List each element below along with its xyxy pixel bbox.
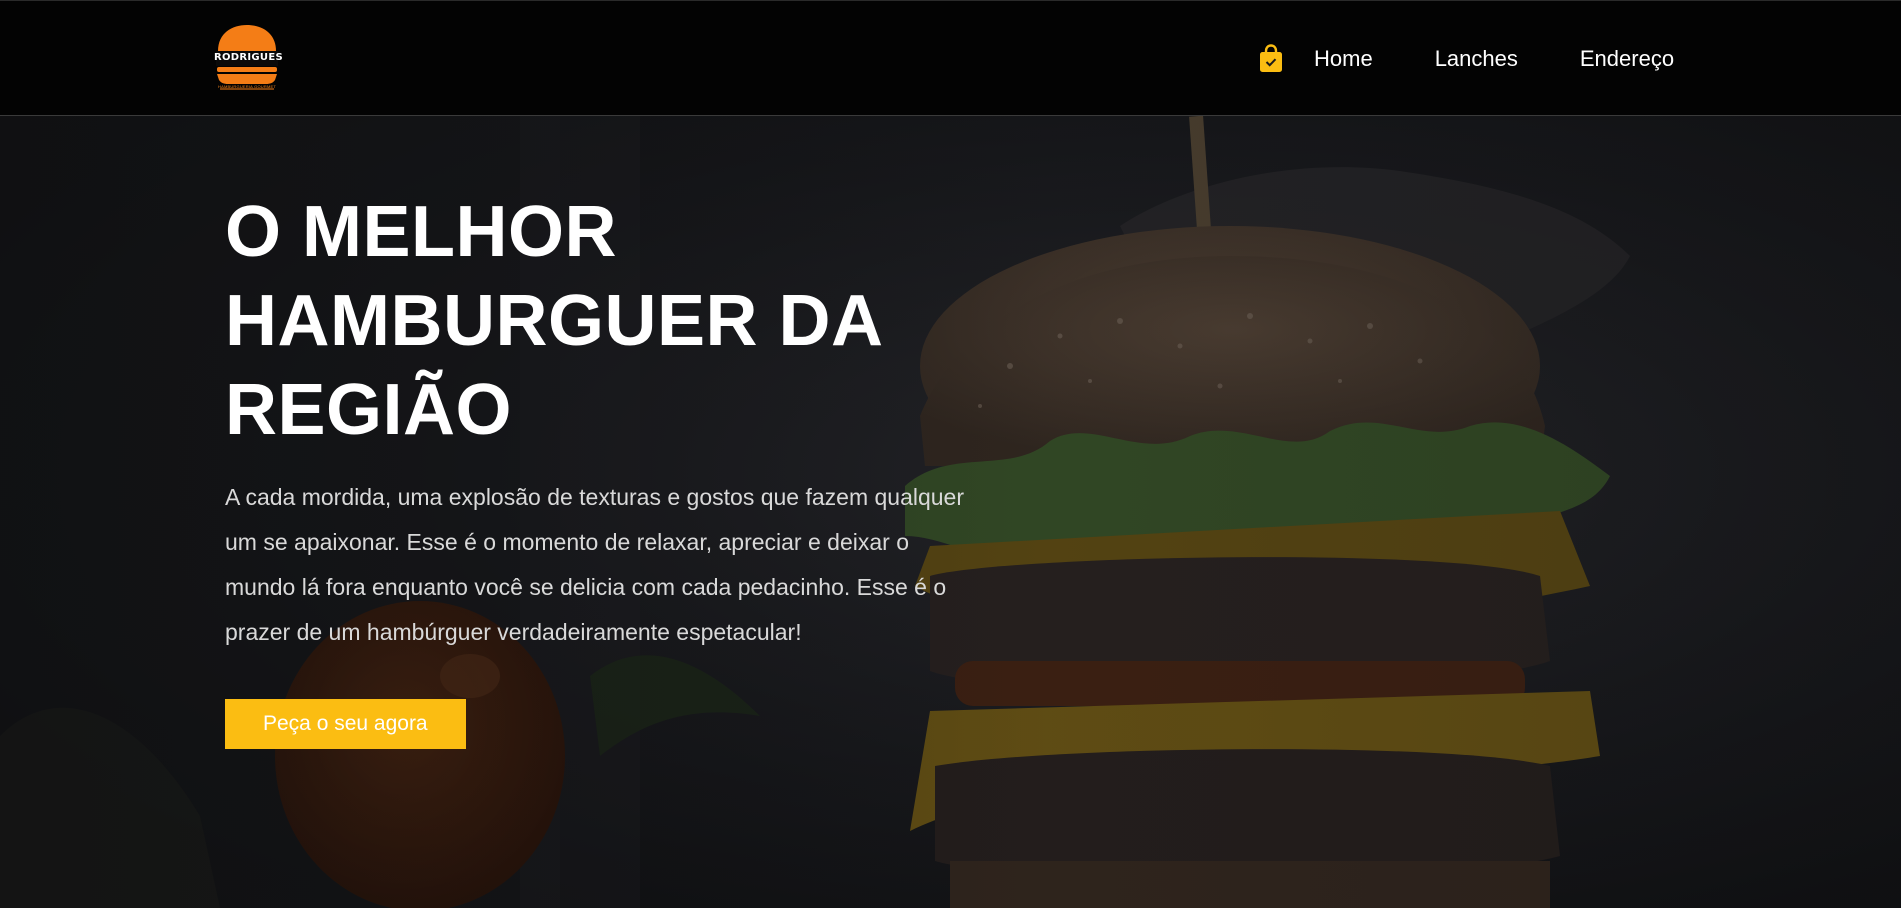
- main-nav: Home Lanches Endereço: [1258, 37, 1674, 81]
- hero-content: O MELHOR HAMBURGUER DA REGIÃO A cada mor…: [225, 188, 1005, 749]
- site-header: RODRIGUES HAMBURGUERIA GOURMET Home Lanc…: [0, 0, 1901, 116]
- logo-brand-text: RODRIGUES: [214, 52, 283, 63]
- order-now-button[interactable]: Peça o seu agora: [225, 699, 466, 749]
- hero-title: O MELHOR HAMBURGUER DA REGIÃO: [225, 192, 881, 450]
- shopping-bag-icon[interactable]: [1258, 44, 1284, 74]
- nav-link-home[interactable]: Home: [1314, 46, 1373, 72]
- logo-tagline: HAMBURGUERIA GOURMET: [217, 84, 276, 89]
- nav-link-lanches[interactable]: Lanches: [1435, 46, 1518, 72]
- brand-logo[interactable]: RODRIGUES HAMBURGUERIA GOURMET: [214, 23, 283, 95]
- hero-description: A cada mordida, uma explosão de texturas…: [225, 484, 965, 645]
- hero-section: O MELHOR HAMBURGUER DA REGIÃO A cada mor…: [0, 116, 1901, 908]
- landing-page: RODRIGUES HAMBURGUERIA GOURMET Home Lanc…: [0, 0, 1901, 908]
- nav-link-endereco[interactable]: Endereço: [1580, 46, 1674, 72]
